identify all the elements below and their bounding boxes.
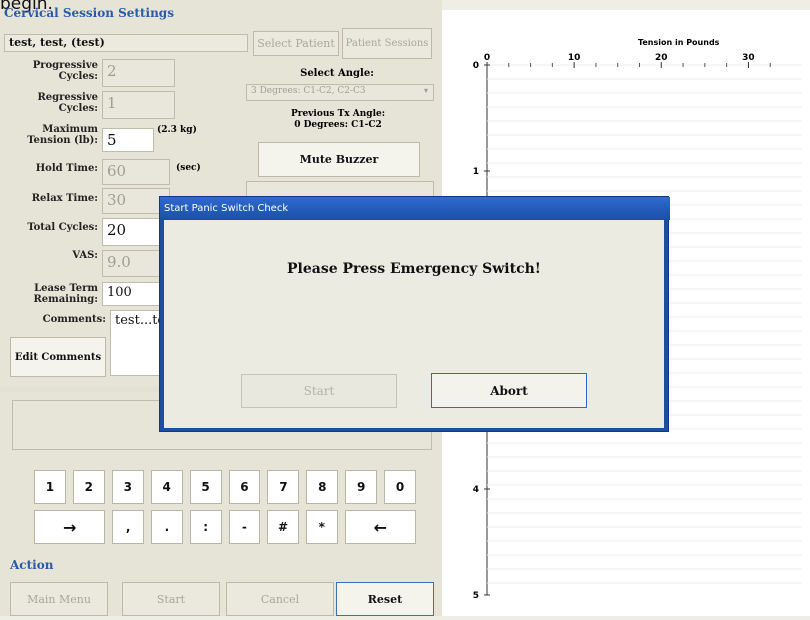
- main-menu-button[interactable]: Main Menu: [10, 582, 108, 616]
- key-5[interactable]: 5: [189, 470, 222, 504]
- previous-angle-value: 0 Degrees: C1-C2: [294, 120, 382, 130]
- select-patient-button[interactable]: Select Patient: [253, 31, 339, 56]
- total-cycles-label: Total Cycles:: [27, 222, 98, 233]
- max-tension-label: Maximum Tension (lb):: [27, 124, 98, 146]
- patient-name-field: test, test, (test): [4, 34, 248, 52]
- patient-sessions-button[interactable]: Patient Sessions: [342, 28, 432, 59]
- comments-label: Comments:: [42, 314, 106, 325]
- max-tension-unit: (2.3 kg): [157, 125, 197, 135]
- relax-time-label: Relax Time:: [31, 193, 98, 204]
- x-tick-label: 0: [484, 53, 490, 63]
- reset-button[interactable]: Reset: [336, 582, 434, 616]
- y-tick-label: 0: [473, 61, 479, 71]
- y-tick-label: 5: [473, 591, 479, 601]
- key-period[interactable]: .: [151, 510, 183, 544]
- dialog-body: Please Press Emergency Switch! Start Abo…: [164, 220, 664, 428]
- cancel-button[interactable]: Cancel: [226, 582, 334, 616]
- key-dash[interactable]: -: [228, 510, 261, 544]
- x-tick-label: 20: [655, 53, 668, 63]
- key-1[interactable]: 1: [34, 470, 66, 504]
- key-comma[interactable]: ,: [112, 510, 145, 544]
- dialog-message: Please Press Emergency Switch!: [287, 261, 541, 277]
- key-colon[interactable]: :: [189, 510, 222, 544]
- key-8[interactable]: 8: [306, 470, 339, 504]
- hold-time-field[interactable]: 60: [102, 159, 170, 185]
- section-title: Cervical Session Settings: [4, 6, 174, 20]
- chart-title: Tension in Pounds: [638, 38, 720, 47]
- lease-term-field: 100: [102, 282, 160, 306]
- progressive-cycles-label: Progressive Cycles:: [32, 60, 98, 82]
- vas-label: VAS:: [72, 250, 98, 261]
- panic-switch-dialog: Start Panic Switch Check Please Press Em…: [159, 196, 670, 432]
- regressive-cycles-field[interactable]: 1: [102, 91, 175, 119]
- hold-time-unit: (sec): [176, 163, 201, 173]
- start-button[interactable]: Start: [122, 582, 220, 616]
- progressive-cycles-field[interactable]: 2: [102, 59, 175, 87]
- keypad-row-1: 1 2 3 4 5 6 7 8 9 0: [34, 470, 417, 504]
- key-left-arrow[interactable]: ←: [344, 510, 416, 544]
- key-7[interactable]: 7: [267, 470, 300, 504]
- comments-field[interactable]: test...te: [110, 310, 165, 376]
- key-2[interactable]: 2: [72, 470, 105, 504]
- key-asterisk[interactable]: *: [305, 510, 338, 544]
- x-tick-label: 10: [568, 53, 581, 63]
- key-right-arrow[interactable]: →: [34, 510, 106, 544]
- select-angle-label: Select Angle:: [300, 68, 374, 79]
- x-tick-label: 30: [742, 53, 755, 63]
- max-tension-field[interactable]: 5: [102, 128, 154, 152]
- dialog-start-button[interactable]: Start: [241, 374, 397, 408]
- mute-buzzer-button[interactable]: Mute Buzzer: [258, 142, 420, 177]
- vas-field[interactable]: 9.0: [102, 250, 160, 277]
- regressive-cycles-label: Regressive Cycles:: [37, 92, 98, 114]
- lease-term-label: Lease Term Remaining:: [33, 283, 98, 305]
- edit-comments-button[interactable]: Edit Comments: [10, 337, 106, 377]
- key-0[interactable]: 0: [384, 470, 417, 504]
- key-3[interactable]: 3: [111, 470, 144, 504]
- y-tick-label: 4: [473, 485, 479, 495]
- total-cycles-field[interactable]: 20: [102, 218, 160, 246]
- y-tick-label: 1: [473, 167, 479, 177]
- chevron-down-icon: ▾: [424, 86, 429, 95]
- previous-angle-label: Previous Tx Angle:: [290, 109, 386, 119]
- angle-select[interactable]: 3 Degrees: C1-C2, C2-C3: [246, 84, 434, 101]
- key-6[interactable]: 6: [228, 470, 261, 504]
- hold-time-label: Hold Time:: [35, 163, 98, 174]
- dialog-title: Start Panic Switch Check: [160, 197, 670, 220]
- action-label: Action: [10, 558, 54, 572]
- key-hash[interactable]: #: [267, 510, 299, 544]
- key-4[interactable]: 4: [150, 470, 183, 504]
- key-9[interactable]: 9: [345, 470, 378, 504]
- keypad-row-2: → , . : - # * ←: [34, 510, 416, 544]
- dialog-abort-button[interactable]: Abort: [431, 373, 587, 408]
